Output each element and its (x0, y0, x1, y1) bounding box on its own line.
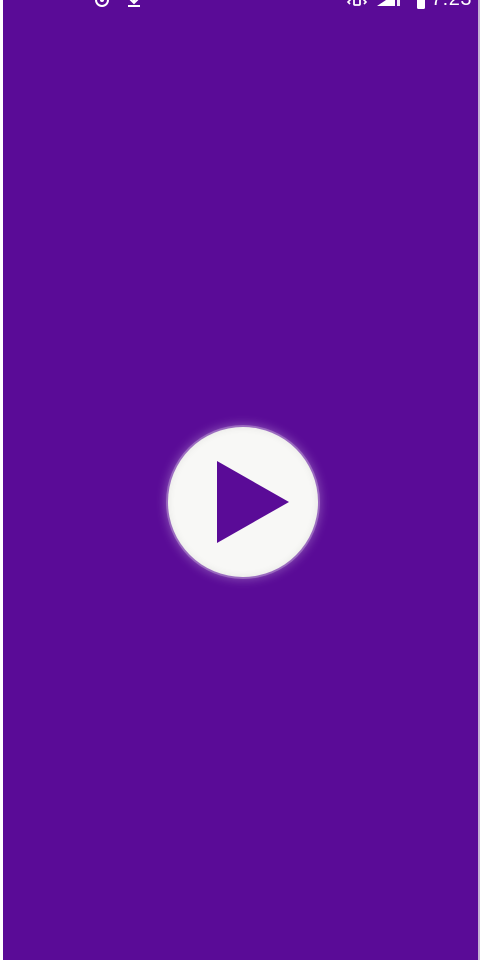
status-time: 7:23 (431, 0, 472, 9)
download-icon (124, 0, 144, 8)
battery-icon (414, 0, 428, 10)
status-bar: 7:23 (0, 0, 480, 10)
play-icon (217, 461, 289, 543)
location-icon (92, 0, 112, 8)
left-edge-strip (0, 0, 3, 960)
signal-icon (375, 0, 405, 8)
vibrate-icon (345, 0, 369, 8)
play-button[interactable] (168, 427, 318, 577)
